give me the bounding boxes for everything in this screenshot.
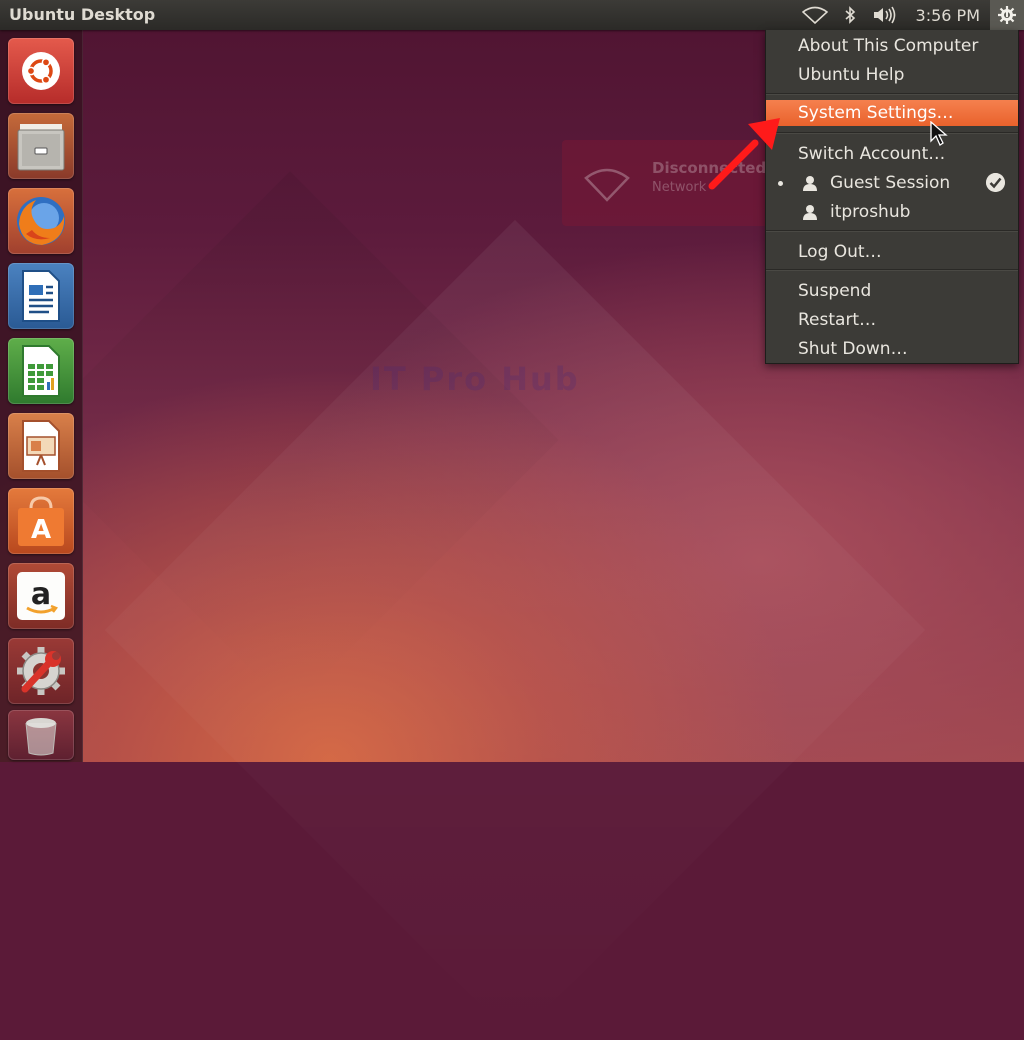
session-menu-button[interactable] (990, 0, 1024, 30)
menu-separator (766, 132, 1018, 134)
menu-restart[interactable]: Restart… (766, 307, 1018, 333)
firefox-icon (17, 197, 65, 245)
notification-body: Network (652, 180, 707, 195)
menu-label: Suspend (798, 281, 872, 301)
menu-label: System Settings… (798, 103, 954, 123)
bluetooth-indicator[interactable] (836, 0, 864, 30)
trash-icon (25, 718, 57, 756)
clock[interactable]: 3:56 PM (906, 0, 990, 30)
libreoffice-impress-icon (22, 420, 60, 472)
menu-label: itproshub (830, 202, 911, 222)
session-menu: About This Computer Ubuntu Help System S… (765, 30, 1019, 364)
menu-label: Guest Session (830, 173, 951, 193)
menu-label: About This Computer (798, 36, 979, 56)
network-indicator[interactable] (794, 0, 836, 30)
top-panel: Ubuntu Desktop 3:56 PM (0, 0, 1024, 30)
menu-label: Ubuntu Help (798, 65, 905, 85)
file-cabinet-icon (17, 124, 65, 171)
wrench-gear-icon (17, 647, 65, 695)
menu-label: Shut Down… (798, 339, 908, 359)
menu-about[interactable]: About This Computer (766, 33, 1018, 59)
svg-text:A: A (31, 515, 51, 545)
menu-suspend[interactable]: Suspend (766, 278, 1018, 304)
menu-label: Switch Account… (798, 144, 946, 164)
indicator-area: 3:56 PM (794, 0, 1024, 30)
gear-icon (998, 6, 1016, 24)
launcher-dash-home[interactable] (8, 38, 74, 104)
menu-user-itproshub[interactable]: itproshub (766, 199, 1018, 225)
user-icon (803, 176, 817, 191)
sound-indicator[interactable] (864, 0, 906, 30)
wifi-icon (584, 168, 630, 202)
launcher: A a (0, 30, 83, 762)
menu-system-settings[interactable]: System Settings… (766, 100, 1018, 126)
user-icon (803, 205, 817, 220)
menu-shut-down[interactable]: Shut Down… (766, 336, 1018, 362)
menu-guest-session[interactable]: Guest Session (766, 170, 1018, 196)
launcher-calc[interactable] (8, 338, 74, 404)
menu-log-out[interactable]: Log Out… (766, 239, 1018, 265)
menu-help[interactable]: Ubuntu Help (766, 62, 1018, 88)
launcher-writer[interactable] (8, 263, 74, 329)
checkmark-icon (986, 173, 1005, 192)
shopping-bag-icon: A (18, 496, 64, 546)
wifi-icon (801, 6, 828, 24)
ubuntu-logo-icon (22, 52, 60, 90)
menu-separator (766, 93, 1018, 95)
launcher-software-center[interactable]: A (8, 488, 74, 554)
menu-switch-account[interactable]: Switch Account… (766, 141, 1018, 167)
bluetooth-icon (845, 6, 855, 24)
menu-label: Log Out… (798, 242, 882, 262)
menu-separator (766, 269, 1018, 271)
svg-text:a: a (31, 577, 51, 612)
annotation-arrow-icon (708, 118, 780, 190)
libreoffice-calc-icon (22, 345, 60, 397)
volume-icon (873, 6, 895, 24)
menu-separator (766, 230, 1018, 232)
launcher-trash[interactable] (8, 710, 74, 760)
window-title: Ubuntu Desktop (9, 5, 156, 24)
launcher-impress[interactable] (8, 413, 74, 479)
amazon-icon: a (17, 572, 65, 620)
watermark: IT Pro Hub (370, 360, 580, 398)
launcher-system-settings[interactable] (8, 638, 74, 704)
mouse-cursor-icon (930, 121, 948, 146)
menu-label: Restart… (798, 310, 877, 330)
libreoffice-writer-icon (22, 270, 60, 322)
launcher-firefox[interactable] (8, 188, 74, 254)
launcher-files[interactable] (8, 113, 74, 179)
launcher-amazon[interactable]: a (8, 563, 74, 629)
